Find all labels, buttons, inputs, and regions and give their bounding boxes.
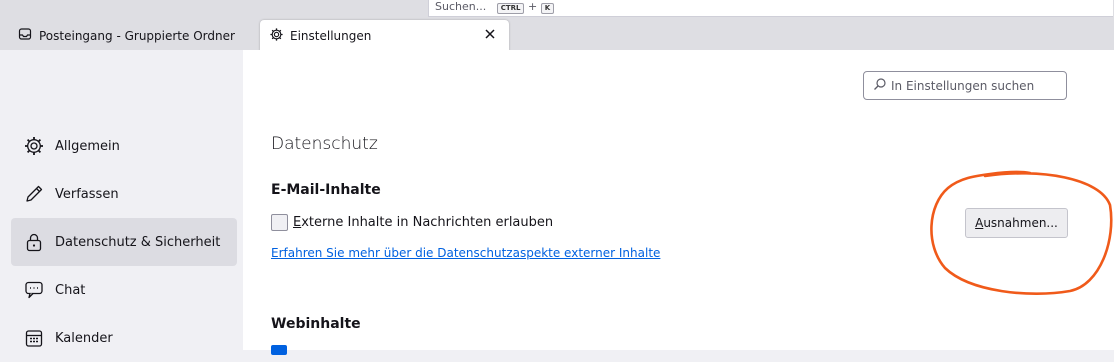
sidebar-item-allgemein[interactable]: Allgemein xyxy=(11,122,237,170)
search-icon xyxy=(873,77,887,94)
sidebar-item-label: Verfassen xyxy=(55,186,119,202)
external-content-label[interactable]: Externe Inhalte in Nachrichten erlauben xyxy=(293,215,553,230)
sidebar-item-label: Allgemein xyxy=(55,138,120,154)
settings-search-placeholder: In Einstellungen suchen xyxy=(891,78,1035,93)
settings-sidebar: Allgemein Verfassen Datenschutz & Sicher… xyxy=(0,50,243,350)
settings-search-input[interactable]: In Einstellungen suchen xyxy=(863,71,1067,100)
tab-inbox[interactable]: Posteingang - Gruppierte Ordner xyxy=(6,21,256,50)
gear-icon xyxy=(23,135,45,157)
plus-sign: + xyxy=(527,0,538,13)
inbox-icon xyxy=(18,27,32,44)
tab-inbox-label: Posteingang - Gruppierte Ordner xyxy=(39,28,235,43)
sidebar-item-chat[interactable]: Chat xyxy=(11,266,237,314)
web-content-heading: Webinhalte xyxy=(271,316,361,332)
global-search-field[interactable]: Suchen... CTRL + K xyxy=(428,0,1113,17)
sidebar-item-kalender[interactable]: Kalender xyxy=(11,314,237,362)
exceptions-button[interactable]: Ausnahmen... xyxy=(965,208,1068,238)
tab-settings[interactable]: Einstellungen xyxy=(260,20,509,51)
pencil-icon xyxy=(23,183,45,205)
sidebar-item-datenschutz[interactable]: Datenschutz & Sicherheit xyxy=(11,218,237,266)
close-icon[interactable] xyxy=(483,27,497,41)
k-key-hint: K xyxy=(540,3,555,14)
tab-settings-label: Einstellungen xyxy=(290,28,372,43)
external-content-checkbox[interactable] xyxy=(271,214,288,231)
privacy-learn-more-link[interactable]: Erfahren Sie mehr über die Datenschutzas… xyxy=(271,246,660,260)
ctrl-key-hint: CTRL xyxy=(496,3,525,14)
gear-icon xyxy=(269,27,284,45)
web-content-checkbox[interactable] xyxy=(271,345,287,355)
calendar-icon xyxy=(23,327,45,349)
sidebar-item-label: Chat xyxy=(55,282,86,298)
page-title: Datenschutz xyxy=(271,134,378,154)
chat-icon xyxy=(23,279,45,301)
sidebar-item-verfassen[interactable]: Verfassen xyxy=(11,170,237,218)
sidebar-item-label: Datenschutz & Sicherheit xyxy=(55,234,221,250)
global-search-placeholder: Suchen... CTRL + K xyxy=(435,0,555,14)
sidebar-item-label: Kalender xyxy=(55,330,113,346)
lock-icon xyxy=(23,231,45,253)
email-content-heading: E-Mail-Inhalte xyxy=(271,182,381,198)
